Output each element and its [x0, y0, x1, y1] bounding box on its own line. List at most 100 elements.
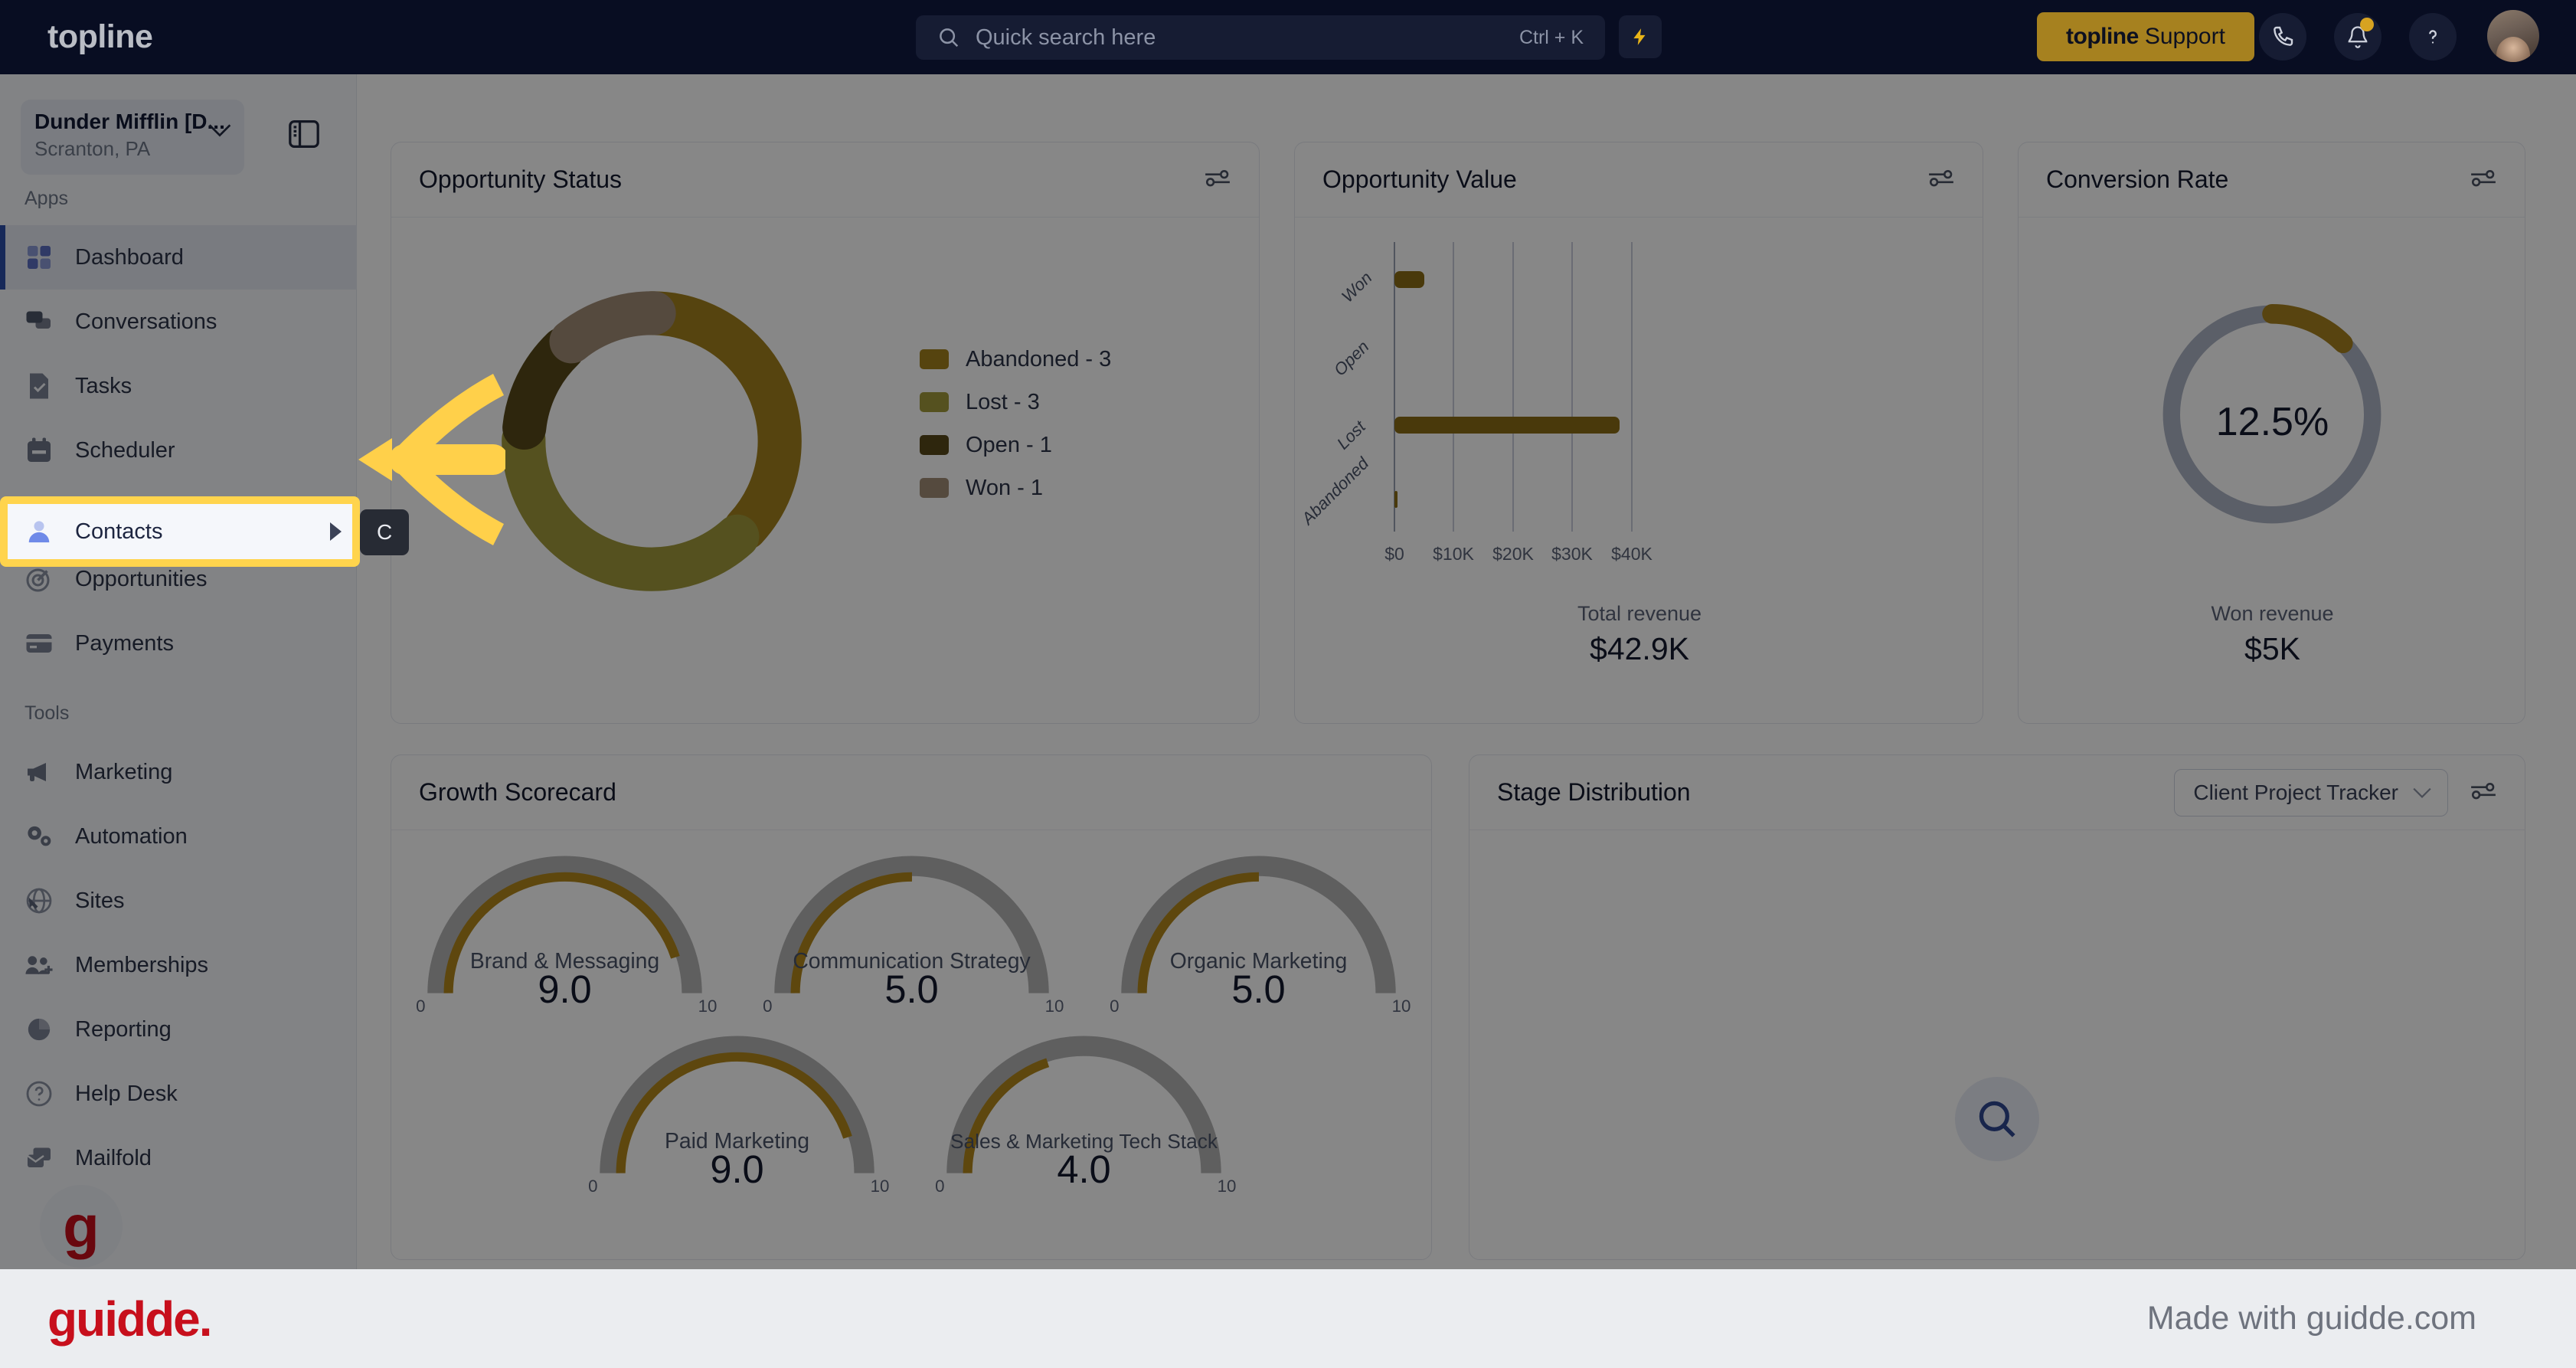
organization-switcher[interactable]: Dunder Mifflin [D... Scranton, PA	[21, 100, 244, 175]
caret-right-icon	[330, 522, 342, 541]
sidebar-item-help-desk[interactable]: Help Desk	[0, 1062, 357, 1126]
legend-swatch	[920, 392, 949, 412]
nav-section-tools: Tools Marketing Automation Sites Members…	[0, 702, 357, 1190]
legend-label: Lost - 3	[966, 389, 1040, 414]
nav-section-label-apps: Apps	[25, 188, 68, 209]
sidebar: Dunder Mifflin [D... Scranton, PA Apps D…	[0, 74, 357, 1269]
sidebar-item-label: Payments	[75, 630, 174, 656]
sliders-icon[interactable]	[2470, 781, 2497, 804]
bar-won	[1394, 271, 1424, 288]
nav-section-apps: Apps Dashboard Conversations Tasks Sched…	[0, 188, 357, 676]
avatar[interactable]	[2487, 10, 2539, 62]
legend-item[interactable]: Lost - 3	[920, 381, 1111, 424]
sidebar-item-label: Scheduler	[75, 437, 175, 463]
gauge-row: Brand & Messaging 9.0 0 10 Communication…	[391, 832, 1433, 1012]
help-button[interactable]	[2409, 13, 2457, 61]
sidebar-item-label: Conversations	[75, 309, 217, 334]
sidebar-item-label: Sites	[75, 888, 125, 913]
donut-chart	[502, 291, 802, 591]
bar-lost	[1394, 417, 1620, 434]
y-tick-label: Won	[1338, 268, 1376, 306]
search-input[interactable]: Quick search here Ctrl + K	[916, 15, 1605, 60]
sidebar-item-payments[interactable]: Payments	[0, 611, 357, 676]
support-brand: topline	[2066, 24, 2139, 49]
gauge: Sales & Marketing Tech Stack 4.0 0 10	[935, 1036, 1237, 1192]
sidebar-item-dashboard[interactable]: Dashboard	[0, 225, 357, 290]
person-icon	[25, 517, 54, 546]
legend-label: Open - 1	[966, 432, 1052, 457]
legend-item[interactable]: Won - 1	[920, 466, 1111, 509]
sidebar-item-memberships[interactable]: Memberships	[0, 933, 357, 997]
legend-swatch	[920, 435, 949, 455]
dashboard-icon	[25, 243, 54, 272]
globe-cursor-icon	[25, 886, 54, 915]
sidebar-item-scheduler[interactable]: Scheduler	[0, 418, 357, 483]
opportunity-value-bar-chart: Won Open Lost Abandoned $0 $10K $20K $30…	[1296, 242, 1653, 564]
pipeline-select-value: Client Project Tracker	[2193, 780, 2398, 804]
search-icon	[940, 28, 959, 47]
notification-badge	[2360, 18, 2374, 31]
gauge-paid-marketing: Paid Marketing 9.0 0 10	[564, 1012, 910, 1192]
search-shortcut: Ctrl + K	[1518, 26, 1584, 48]
calendar-icon	[25, 436, 54, 465]
card-title: Opportunity Value	[1322, 165, 1517, 193]
sidebar-item-reporting[interactable]: Reporting	[0, 997, 357, 1062]
magnifier-icon	[1979, 1101, 2015, 1137]
conversion-rate-value: 12.5%	[2215, 400, 2329, 444]
mail-stack-icon	[25, 1144, 54, 1173]
sidebar-item-automation[interactable]: Automation	[0, 804, 357, 869]
gauge-value: 9.0	[710, 1147, 763, 1191]
legend-item[interactable]: Open - 1	[920, 424, 1111, 466]
x-tick-label: $10K	[1433, 544, 1474, 564]
sidebar-item-sites[interactable]: Sites	[0, 869, 357, 933]
sidebar-item-mailfold[interactable]: Mailfold	[0, 1126, 357, 1190]
card-title: Opportunity Status	[419, 165, 623, 193]
legend-item[interactable]: Abandoned - 3	[920, 338, 1111, 381]
opportunity-status-legend: Abandoned - 3 Lost - 3 Open - 1 Won - 1	[920, 338, 1111, 509]
y-tick-label: Abandoned	[1296, 453, 1372, 529]
gauge-max-tick: 10	[1045, 997, 1064, 1012]
gauge-max-tick: 10	[1218, 1177, 1237, 1192]
credit-card-icon	[25, 629, 54, 658]
y-tick-label: Open	[1330, 337, 1373, 380]
guidde-floating-button[interactable]: g	[40, 1185, 123, 1268]
opportunity-value-card: Opportunity Value Won Open Lost Abandone…	[1294, 142, 1983, 724]
people-add-icon	[25, 951, 54, 980]
sidebar-item-label: Contacts	[75, 519, 163, 544]
gauge-value: 4.0	[1057, 1147, 1110, 1191]
highlight-box-contacts[interactable]: Contacts	[0, 496, 360, 567]
conversion-rate-card: Conversion Rate 12.5% Won revenue $5K	[2018, 142, 2525, 724]
legend-swatch	[920, 478, 949, 498]
gauge-max-tick: 10	[871, 1177, 890, 1192]
topline-support-button[interactable]: topline Support	[2037, 12, 2254, 61]
sidebar-item-label: Memberships	[75, 952, 209, 977]
sliders-icon[interactable]	[1927, 168, 1955, 191]
notifications-button[interactable]	[2334, 13, 2381, 61]
target-icon	[25, 565, 54, 594]
sidebar-item-marketing[interactable]: Marketing	[0, 740, 357, 804]
lightning-bolt-button[interactable]	[1619, 15, 1662, 58]
won-revenue-value: $5K	[2244, 631, 2300, 666]
gears-icon	[25, 822, 54, 851]
gauge: Communication Strategy 5.0 0 10	[763, 856, 1064, 1012]
gauge-min-tick: 0	[588, 1177, 597, 1192]
organization-name: Dunder Mifflin [D...	[34, 110, 225, 133]
sidebar-item-tasks[interactable]: Tasks	[0, 354, 357, 418]
card-header: Opportunity Value	[1295, 142, 1983, 218]
total-revenue-label: Total revenue	[1577, 602, 1702, 625]
sliders-icon[interactable]	[2470, 168, 2497, 191]
pipeline-select[interactable]: Client Project Tracker	[2174, 768, 2448, 817]
search-placeholder: Quick search here	[976, 25, 1156, 50]
sidebar-item-contacts-highlighted[interactable]: Contacts	[8, 504, 352, 559]
opportunity-status-card: Opportunity Status Abandoned - 3 Lost - …	[391, 142, 1260, 724]
chevron-down-icon	[208, 124, 231, 137]
sidebar-item-conversations[interactable]: Conversations	[0, 290, 357, 354]
card-title: Conversion Rate	[2046, 165, 2229, 193]
sliders-icon[interactable]	[1204, 168, 1231, 191]
gauge: Paid Marketing 9.0 0 10	[588, 1036, 890, 1192]
panel-toggle-button[interactable]	[287, 119, 321, 153]
sidebar-item-label: Reporting	[75, 1016, 172, 1042]
stage-distribution-card: Stage Distribution Client Project Tracke…	[1469, 754, 2525, 1260]
phone-button[interactable]	[2259, 13, 2306, 61]
card-header: Growth Scorecard	[391, 755, 1431, 830]
